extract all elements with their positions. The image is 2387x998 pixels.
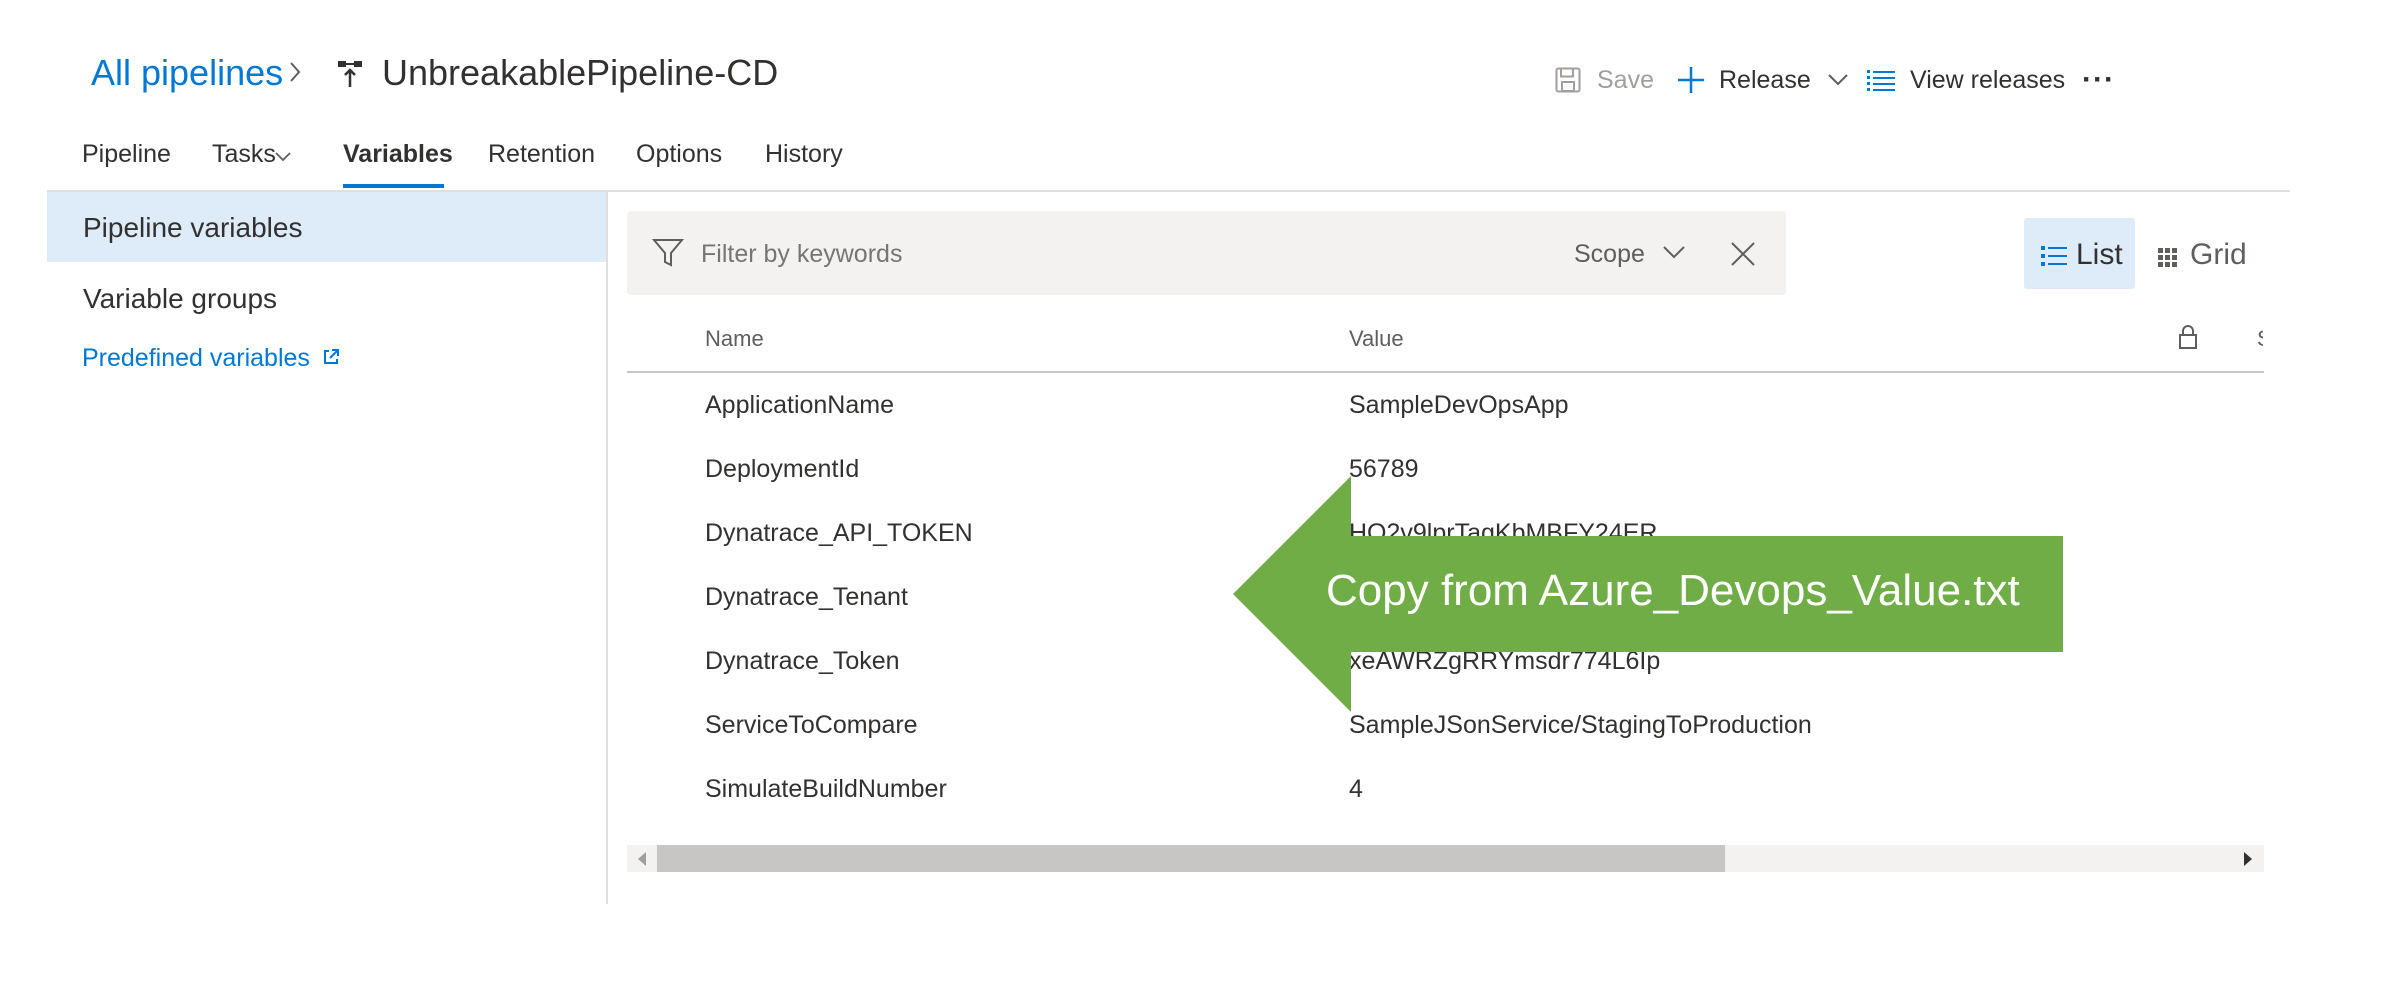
column-header-name[interactable]: Name bbox=[705, 326, 764, 352]
chevron-down-icon[interactable] bbox=[1827, 73, 1849, 87]
release-label: Release bbox=[1719, 65, 1811, 94]
tab-retention[interactable]: Retention bbox=[488, 140, 595, 169]
column-header-value[interactable]: Value bbox=[1349, 326, 1404, 352]
save-label: Save bbox=[1597, 65, 1654, 94]
more-label: ··· bbox=[2082, 63, 2115, 96]
scroll-left-arrow-icon[interactable] bbox=[636, 851, 648, 872]
view-releases-label: View releases bbox=[1910, 65, 2066, 94]
table-row-name[interactable]: DeploymentId bbox=[705, 455, 859, 484]
scope-dropdown[interactable]: Scope bbox=[1574, 240, 1645, 269]
sidebar-divider bbox=[606, 192, 608, 904]
tab-history[interactable]: History bbox=[765, 140, 843, 169]
sidebar-item-pipeline-variables-label[interactable]: Pipeline variables bbox=[83, 212, 302, 244]
scrollbar-thumb[interactable] bbox=[657, 845, 1725, 872]
callout-text: Copy from Azure_Devops_Value.txt bbox=[1326, 566, 2020, 615]
list-view-label[interactable]: List bbox=[2076, 238, 2123, 272]
predefined-variables-link[interactable]: Predefined variables bbox=[82, 344, 340, 373]
grid-view-label[interactable]: Grid bbox=[2190, 238, 2247, 272]
filter-icon bbox=[651, 238, 685, 273]
table-row-name[interactable]: ServiceToCompare bbox=[705, 711, 918, 740]
release-button[interactable]: Release bbox=[1677, 62, 1849, 98]
view-releases-button[interactable]: View releases bbox=[1866, 62, 2065, 98]
more-actions-button[interactable]: ··· bbox=[2082, 62, 2115, 98]
predefined-variables-label: Predefined variables bbox=[82, 344, 310, 372]
active-tab-indicator bbox=[343, 184, 444, 188]
tab-options[interactable]: Options bbox=[636, 140, 722, 169]
scroll-right-arrow-icon[interactable] bbox=[2242, 851, 2254, 872]
table-row-name[interactable]: Dynatrace_Tenant bbox=[705, 583, 908, 612]
sidebar-item-variable-groups[interactable]: Variable groups bbox=[83, 283, 277, 315]
column-header-scope-truncated: S bbox=[2257, 326, 2263, 354]
list-view-icon bbox=[2041, 244, 2067, 273]
tab-variables[interactable]: Variables bbox=[343, 140, 453, 169]
release-pipeline-icon bbox=[337, 60, 363, 93]
save-icon bbox=[1555, 66, 1581, 94]
table-row-name[interactable]: ApplicationName bbox=[705, 391, 894, 420]
chevron-down-icon[interactable] bbox=[1662, 244, 1686, 265]
filter-keywords-input[interactable] bbox=[701, 240, 1241, 269]
tab-tasks[interactable]: Tasks bbox=[212, 140, 276, 169]
table-row-value[interactable]: 4 bbox=[1349, 775, 1363, 804]
table-row-name[interactable]: Dynatrace_API_TOKEN bbox=[705, 519, 973, 548]
external-link-icon bbox=[310, 344, 340, 373]
pipeline-title: UnbreakablePipeline-CD bbox=[382, 52, 779, 93]
breadcrumb-all-pipelines[interactable]: All pipelines bbox=[91, 52, 283, 94]
close-icon[interactable] bbox=[1730, 241, 1756, 272]
save-button[interactable]: Save bbox=[1555, 62, 1654, 98]
table-header-divider bbox=[627, 371, 2264, 373]
grid-view-icon[interactable] bbox=[2158, 248, 2178, 273]
chevron-right-icon bbox=[288, 60, 302, 89]
chevron-down-icon[interactable] bbox=[274, 150, 292, 168]
table-row-name[interactable]: Dynatrace_Token bbox=[705, 647, 900, 676]
table-row-name[interactable]: SimulateBuildNumber bbox=[705, 775, 947, 804]
table-row-value[interactable]: SampleDevOpsApp bbox=[1349, 391, 1569, 420]
list-icon bbox=[1866, 68, 1896, 92]
tab-pipeline[interactable]: Pipeline bbox=[82, 140, 171, 169]
lock-icon bbox=[2178, 324, 2198, 355]
plus-icon bbox=[1677, 66, 1705, 94]
